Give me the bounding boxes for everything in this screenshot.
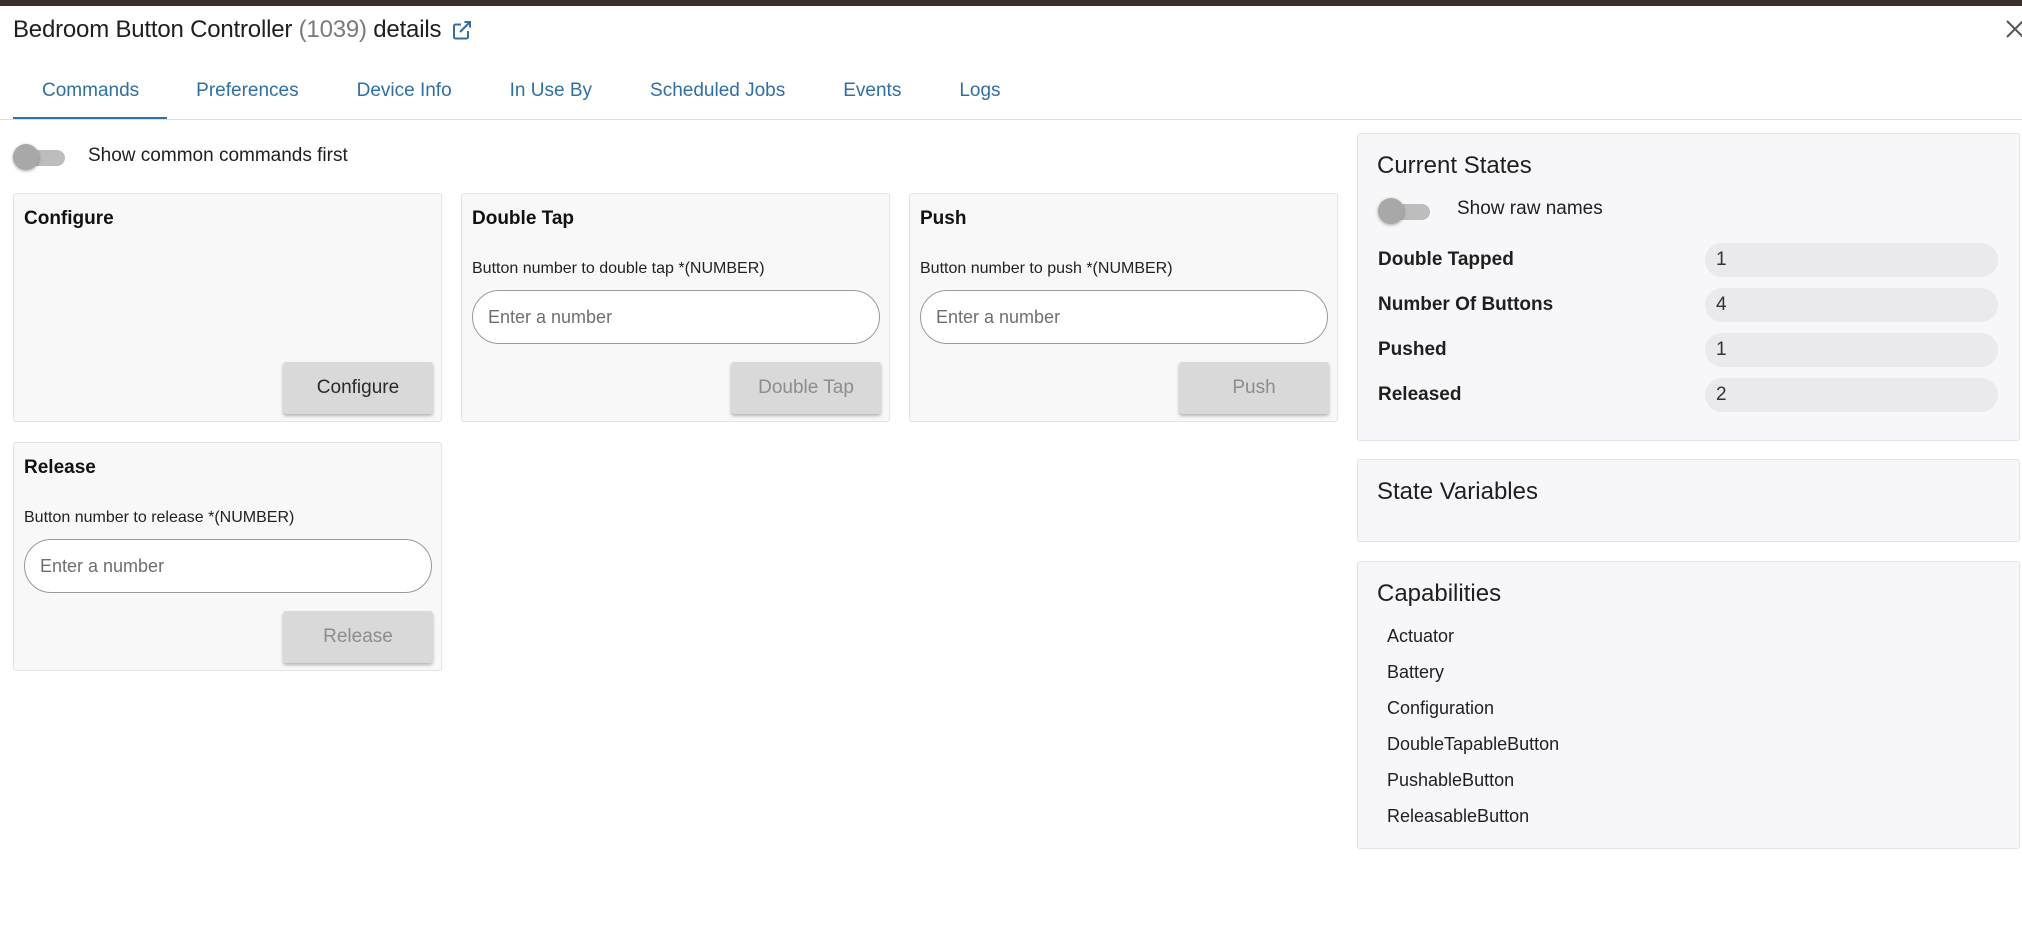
capabilities-title: Capabilities	[1377, 580, 1502, 607]
state-value: 1	[1705, 333, 1998, 367]
tab-preferences[interactable]: Preferences	[167, 70, 327, 120]
capability-item: Actuator	[1387, 626, 1455, 646]
external-link-icon[interactable]	[451, 19, 473, 41]
double-tap-card: Double Tap Button number to double tap *…	[461, 193, 890, 422]
tab-in-use-by[interactable]: In Use By	[481, 70, 621, 120]
tab-bar: Commands Preferences Device Info In Use By S…	[13, 70, 1030, 120]
double-tap-button[interactable]: Double Tap	[731, 362, 881, 414]
tab-events[interactable]: Events	[814, 70, 930, 120]
param-label: Button number to push *(NUMBER)	[920, 260, 1173, 277]
toggle-knob	[1378, 198, 1404, 224]
configure-button[interactable]: Configure	[283, 362, 433, 414]
card-title: Release	[24, 457, 96, 478]
state-name: Double Tapped	[1378, 249, 1514, 270]
tab-scheduled-jobs[interactable]: Scheduled Jobs	[621, 70, 814, 120]
tabs-divider	[0, 119, 2022, 120]
state-row: Number Of Buttons 4	[1378, 288, 1998, 322]
title-suffix: details	[373, 16, 442, 43]
param-label: Button number to double tap *(NUMBER)	[472, 260, 765, 277]
capability-item: ReleasableButton	[1387, 806, 1530, 826]
toggle-knob	[13, 144, 39, 170]
tab-device-info[interactable]: Device Info	[328, 70, 481, 120]
page-title: Bedroom Button Controller (1039) details	[13, 14, 473, 46]
device-id: (1039)	[298, 16, 367, 43]
state-row: Double Tapped 1	[1378, 243, 1998, 277]
release-number-input[interactable]	[24, 539, 432, 593]
state-value: 2	[1705, 378, 1998, 412]
state-variables-title: State Variables	[1377, 478, 1538, 505]
device-name: Bedroom Button Controller	[13, 16, 293, 43]
common-commands-label: Show common commands first	[88, 145, 348, 166]
capability-item: DoubleTapableButton	[1387, 734, 1560, 754]
state-row: Released 2	[1378, 378, 1998, 412]
release-button[interactable]: Release	[283, 611, 433, 663]
capability-item: Configuration	[1387, 698, 1495, 718]
common-commands-toggle[interactable]	[13, 144, 67, 170]
state-variables-panel: State Variables	[1357, 459, 2020, 542]
double-tap-number-input[interactable]	[472, 290, 880, 344]
push-card: Push Button number to push *(NUMBER) Pus…	[909, 193, 1338, 422]
release-card: Release Button number to release *(NUMBE…	[13, 442, 442, 671]
current-states-title: Current States	[1377, 152, 1532, 179]
param-label: Button number to release *(NUMBER)	[24, 509, 295, 526]
card-title: Push	[920, 208, 967, 229]
push-button[interactable]: Push	[1179, 362, 1329, 414]
device-title: Bedroom Button Controller (1039) details	[13, 16, 441, 44]
configure-card: Configure Configure	[13, 193, 442, 422]
top-accent-bar	[0, 0, 2022, 6]
state-row: Pushed 1	[1378, 333, 1998, 367]
capability-item: Battery	[1387, 662, 1445, 682]
push-number-input[interactable]	[920, 290, 1328, 344]
tab-logs[interactable]: Logs	[930, 70, 1029, 120]
state-value: 1	[1705, 243, 1998, 277]
raw-names-label: Show raw names	[1457, 198, 1603, 219]
state-name: Number Of Buttons	[1378, 294, 1554, 315]
state-value: 4	[1705, 288, 1998, 322]
state-name: Released	[1378, 384, 1462, 405]
capabilities-panel: Capabilities Actuator Battery Configurat…	[1357, 561, 2020, 849]
current-states-panel: Current States Show raw names Double Tap…	[1357, 133, 2020, 441]
raw-names-toggle[interactable]	[1378, 198, 1432, 224]
close-icon[interactable]	[2004, 18, 2022, 40]
state-name: Pushed	[1378, 339, 1447, 360]
card-title: Configure	[24, 208, 114, 229]
card-title: Double Tap	[472, 208, 575, 229]
tab-commands[interactable]: Commands	[13, 70, 168, 120]
capability-item: PushableButton	[1387, 770, 1515, 790]
